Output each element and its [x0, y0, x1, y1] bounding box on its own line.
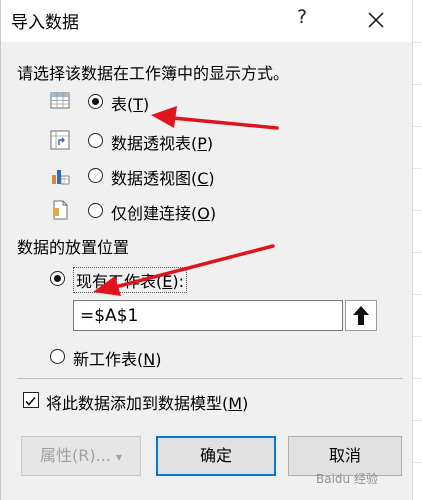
- grid-line: [413, 84, 422, 85]
- annotation-arrows: [93, 106, 279, 296]
- annotation-arrow-table: [151, 106, 279, 130]
- grid-line: [413, 252, 422, 253]
- grid-line: [413, 420, 422, 421]
- grid-line: [413, 168, 422, 169]
- watermark: Baidu 经验: [316, 472, 378, 486]
- grid-line: [413, 210, 422, 211]
- import-data-dialog: 导入数据 ? 请选择该数据在工作簿中的显示方式。 表(T) 数据透视表(P) 数…: [0, 0, 422, 500]
- grid-line: [413, 126, 422, 127]
- worksheet-grid-edge: [412, 0, 422, 500]
- grid-line: [413, 378, 422, 379]
- grid-line: [413, 336, 422, 337]
- grid-line: [413, 462, 422, 463]
- grid-line: [413, 294, 422, 295]
- annotation-arrow-existing-sheet: [93, 244, 275, 296]
- grid-line: [413, 42, 422, 43]
